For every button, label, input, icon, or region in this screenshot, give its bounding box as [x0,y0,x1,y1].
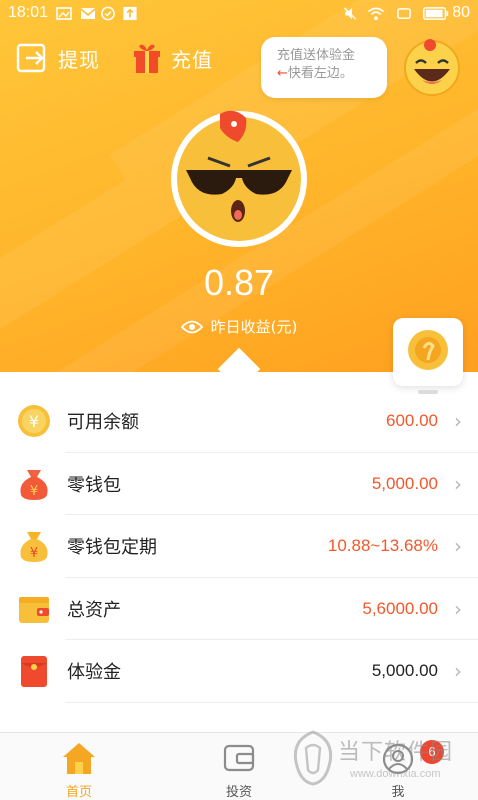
list-item-available-balance[interactable]: ¥ 可用余额 600.00 › [0,390,478,453]
promo-tooltip[interactable]: 充值送体验金 ←快看左边。 [261,37,387,98]
battery-icon [423,7,449,20]
yuan-coin-icon: ¥ [18,405,50,437]
hero-notch [217,347,261,372]
red-envelope-icon [21,656,47,687]
chevron-right-icon: › [454,471,462,496]
list-item-value: 600.00 [386,411,438,431]
svg-text:¥: ¥ [30,484,38,499]
tooltip-line1: 充值送体验金 [277,48,356,63]
tooltip-arrow: ← [277,66,288,81]
invest-wallet-icon [223,744,255,772]
svg-text:¥: ¥ [30,546,38,561]
battery-percent: 80 [452,4,470,21]
list-item-total-assets[interactable]: 总资产 5,6000.00 › [0,578,478,640]
list-item-name: 体验金 [67,662,121,684]
list-item-value: 5,000.00 [371,661,438,681]
bottom-navigation: 首页 投资 我 [0,732,478,800]
home-icon [63,743,95,774]
user-icon [382,743,414,775]
list-item-value: 5,000.00 [371,473,438,493]
asset-list: ¥ 可用余额 600.00 › ¥ 零钱包 5,000.00 › ¥ 零钱包定期… [0,390,478,703]
upload-icon [123,6,137,21]
recharge-label: 充值 [171,47,213,72]
list-item-value: 10.88~13.68% [327,536,438,556]
divider [65,701,478,703]
picture-icon [56,7,72,20]
withdraw-button[interactable]: 提现 [16,40,100,76]
list-item-trial-funds[interactable]: 体验金 5,000.00 › [0,640,478,703]
chevron-right-icon: › [454,659,462,684]
header-hero: 18:01 80 提现 充值 充值送体验金 ←快看左边。 0.87 昨日收益(元… [0,0,478,372]
list-item-name: 总资产 [67,599,121,621]
status-time: 18:01 [8,4,49,21]
tooltip-line2: ←快看左边。 [277,66,353,81]
gift-icon [134,44,160,73]
chevron-right-icon: › [454,596,462,621]
list-item-name: 零钱包定期 [67,537,157,559]
status-bar: 18:01 80 [0,0,478,28]
chevron-right-icon: › [454,409,462,434]
floating-coin-button[interactable] [393,318,463,386]
tab-invest[interactable]: 投资 [199,733,279,800]
list-item-value: 5,6000.00 [362,598,438,618]
laughing-emoji-avatar-icon[interactable] [402,36,462,96]
withdraw-icon [16,43,46,73]
money-bag-gold-icon: ¥ [20,532,48,562]
yesterday-earnings-value: 0.87 [203,262,275,303]
chevron-right-icon: › [454,534,462,559]
wallet-icon [19,596,49,623]
tab-invest-label: 投资 [225,785,252,800]
gold-coin-icon [408,330,448,370]
withdraw-label: 提现 [58,47,100,72]
mail-icon [80,8,96,19]
list-item-fixed-term-wallet[interactable]: ¥ 零钱包定期 10.88~13.68% › [0,515,478,578]
mute-icon [343,7,357,20]
notification-badge: 6 [420,740,444,764]
money-bag-red-icon: ¥ [20,469,48,500]
list-item-name: 可用余额 [67,412,139,434]
check-circle-icon [101,6,115,21]
svg-text:¥: ¥ [29,412,39,431]
yesterday-earnings-label: 昨日收益(元) [210,318,298,336]
tab-home-label: 首页 [65,785,92,800]
recharge-button[interactable]: 充值 [133,40,213,76]
list-item-change-wallet[interactable]: ¥ 零钱包 5,000.00 › [0,453,478,515]
tab-me-label: 我 [391,785,405,800]
cool-sunglasses-emoji-icon[interactable] [168,108,310,250]
eye-icon[interactable] [180,320,203,334]
wifi-icon [367,7,385,21]
tab-home[interactable]: 首页 [39,733,119,800]
list-item-name: 零钱包 [67,474,121,496]
screen-icon [397,8,411,19]
